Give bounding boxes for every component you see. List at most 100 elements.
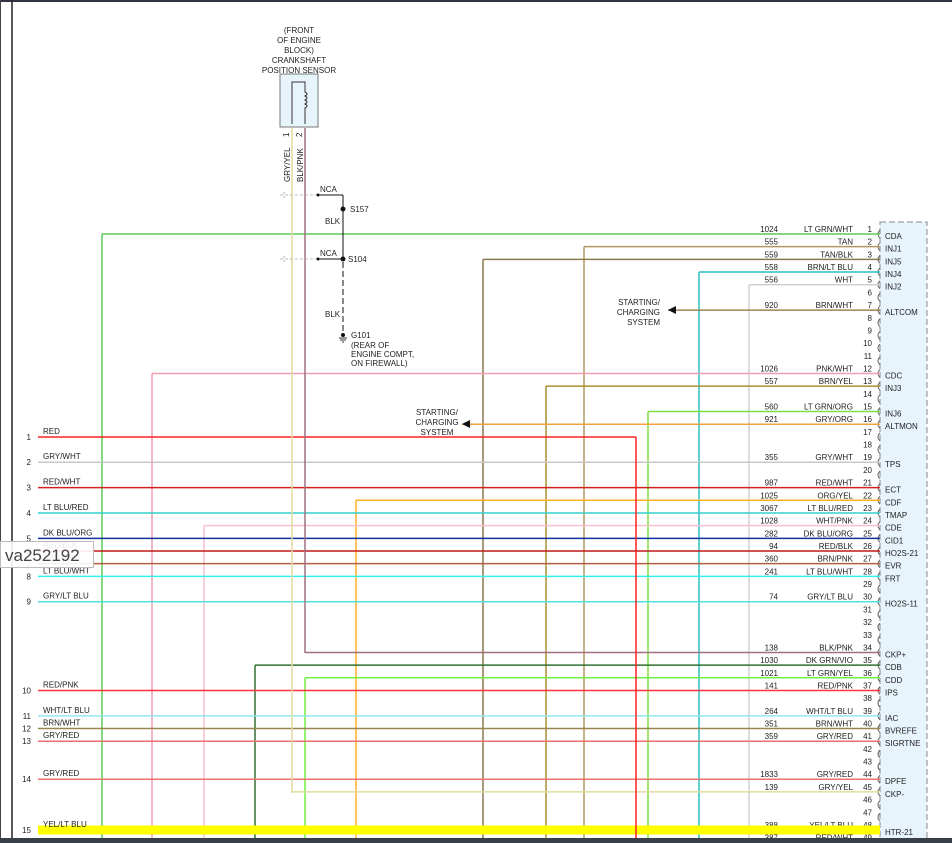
wire-color-label: GRY/RED — [817, 770, 854, 779]
pin-number: 43 — [863, 758, 872, 767]
wire-color-label: RED/BLK — [819, 542, 854, 551]
sensor-label: CRANKSHAFT — [272, 56, 326, 65]
splice-label: S157 — [350, 205, 369, 214]
pin-function: INJ2 — [885, 283, 902, 292]
wire-color-label: BRN/WHT — [816, 720, 853, 729]
left-pin-number: 9 — [27, 598, 32, 607]
pin-function: INJ6 — [885, 410, 902, 419]
pin-number: 45 — [863, 783, 872, 792]
circuit-number: 360 — [765, 555, 779, 564]
pin-number: 29 — [863, 580, 872, 589]
circuit-number: 921 — [765, 415, 779, 424]
pin-number: 3 — [868, 250, 873, 259]
pin-number: 2 — [868, 238, 873, 247]
pin-function: HO2S-21 — [885, 549, 919, 558]
pin-number: 8 — [868, 314, 873, 323]
left-pin-number: 12 — [22, 725, 31, 734]
wire-color-label: GRY/WHT — [815, 453, 853, 462]
pin-number: 35 — [863, 656, 872, 665]
pin-number: 25 — [863, 529, 872, 538]
circuit-number: 94 — [769, 542, 778, 551]
left-pin-number: 2 — [27, 458, 32, 467]
pin-number: 34 — [863, 643, 872, 652]
left-pin-number: 4 — [27, 509, 32, 518]
circuit-number: 138 — [765, 643, 779, 652]
pin-function: DPFE — [885, 777, 906, 786]
pin-function: BVREFE — [885, 727, 917, 736]
circuit-number: 264 — [765, 707, 779, 716]
left-pin-number: 8 — [27, 572, 32, 581]
pin-number: 42 — [863, 745, 872, 754]
pin-number: 14 — [863, 390, 872, 399]
pin-number: 26 — [863, 542, 872, 551]
circuit-number: 558 — [765, 263, 779, 272]
circuit-number: 3067 — [760, 504, 778, 513]
pin-number: 6 — [868, 288, 873, 297]
circuit-number: 920 — [765, 301, 779, 310]
pin-number: 30 — [863, 593, 872, 602]
sensor-label: BLOCK) — [284, 46, 314, 55]
circuit-number: 1028 — [760, 517, 778, 526]
pin-number: 37 — [863, 681, 872, 690]
wire-color-label: PNK/WHT — [816, 364, 853, 373]
sensor-label: OF ENGINE — [277, 36, 321, 45]
wire-color-label: LT GRN/WHT — [804, 225, 853, 234]
starting-charging-label: STARTING/ — [618, 298, 661, 307]
shield-drain — [280, 191, 316, 199]
sensor-pin: 2 — [295, 132, 304, 137]
pin-function: FRT — [885, 574, 901, 583]
left-wire-label: YEL/LT BLU — [43, 820, 87, 829]
starting-charging-label: STARTING/ — [416, 408, 459, 417]
circuit-number: 282 — [765, 529, 779, 538]
pin-function: CDA — [885, 232, 903, 241]
pin-function: INJ3 — [885, 384, 902, 393]
pin-number: 7 — [868, 301, 873, 310]
sensor-wire-label: GRY/YEL — [283, 147, 292, 182]
nca-label: NCA — [320, 185, 338, 194]
pin-number: 39 — [863, 707, 872, 716]
shield-drain — [280, 255, 316, 263]
pin-number: 40 — [863, 720, 872, 729]
circuit-number: 1833 — [760, 770, 778, 779]
wire-color-label: BRN/YEL — [819, 377, 854, 386]
left-pin-number: 11 — [23, 712, 32, 721]
wire-color-label: BLK/PNK — [819, 643, 853, 652]
wire-color-label: LT GRN/YEL — [807, 669, 853, 678]
wire-color-label: BRN/WHT — [816, 301, 853, 310]
watermark-id: va252192 — [0, 541, 94, 568]
window-bottom-bar — [0, 838, 952, 843]
pin-number: 19 — [863, 453, 872, 462]
circuit-number: 355 — [765, 453, 779, 462]
pin-function: HTR-21 — [885, 828, 914, 837]
wire-color-label: RED/WHT — [816, 479, 853, 488]
wire-color-label: GRY/LT BLU — [807, 593, 853, 602]
pin-function: CDD — [885, 676, 903, 685]
pin-function: ECT — [885, 486, 901, 495]
pin-number: 28 — [863, 567, 872, 576]
circuit-number: 241 — [765, 567, 779, 576]
pin-number: 9 — [868, 326, 873, 335]
ground-location: ENGINE COMPT, — [351, 350, 414, 359]
ground-location: ON FIREWALL) — [351, 359, 408, 368]
circuit-number: 987 — [765, 479, 779, 488]
pin-function: IAC — [885, 714, 899, 723]
top-border — [0, 0, 952, 2]
circuit-number: 557 — [765, 377, 779, 386]
pin-function: EVR — [885, 562, 902, 571]
arrow-left-icon — [668, 306, 676, 314]
pin-number: 22 — [863, 491, 872, 500]
circuit-number: 139 — [765, 783, 779, 792]
circuit-number: 74 — [769, 593, 778, 602]
starting-charging-label: CHARGING — [415, 418, 458, 427]
pin-number: 33 — [863, 631, 872, 640]
left-pin-number: 15 — [22, 826, 31, 835]
pin-number: 16 — [863, 415, 872, 424]
pin-number: 17 — [863, 428, 872, 437]
left-wire-label: GRY/RED — [43, 769, 80, 778]
ground-icon — [339, 337, 347, 343]
circuit-number: 1025 — [760, 491, 778, 500]
arrow-left-icon — [462, 420, 470, 428]
left-wire-label: GRY/RED — [43, 731, 80, 740]
pin-number: 21 — [863, 479, 872, 488]
pin-function: CDF — [885, 498, 902, 507]
